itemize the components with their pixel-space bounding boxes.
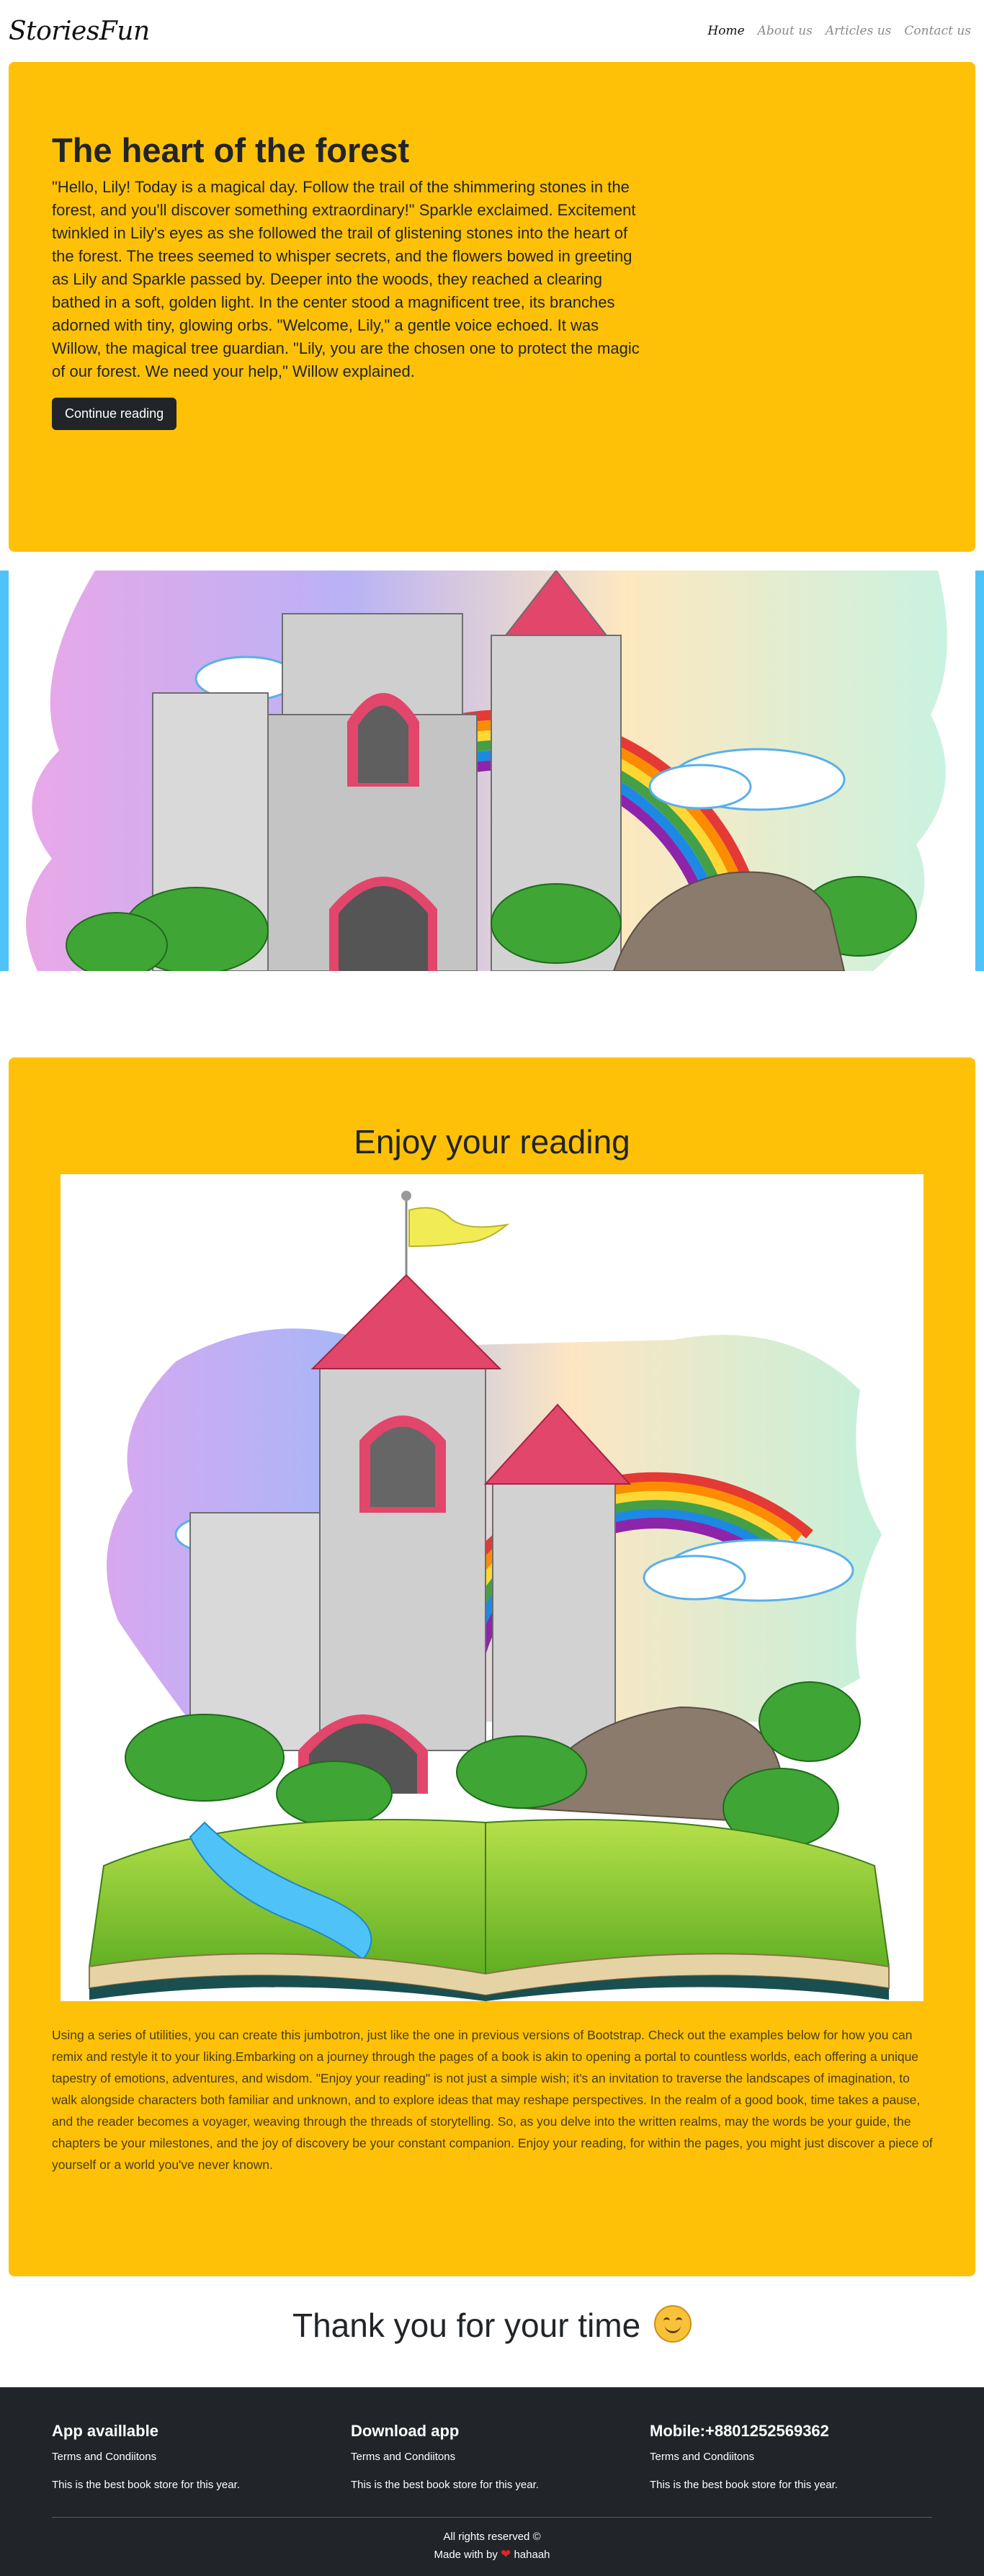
smile-emoji-icon [653,2305,692,2343]
nav-home[interactable]: Home [707,24,744,38]
castle-banner-image [9,571,975,971]
footer-terms-link[interactable]: Terms and Condiitons [351,2451,639,2463]
footer-bottom: All rights reserved © Made with by ❤ hah… [0,2528,984,2564]
continue-reading-button[interactable]: Continue reading [52,398,177,431]
reading-title: Enjoy your reading [354,1123,630,1160]
thank-you-heading: Thank you for your time [0,2305,984,2345]
footer-col-title: App availlable [52,2422,158,2440]
nav-articles[interactable]: Articles us [826,24,892,38]
footer-col-text: This is the best book store for this yea… [351,2479,539,2491]
footer-col-title: Download app [351,2422,460,2440]
heart-icon: ❤ [501,2547,511,2561]
footer-col-download: Download app Terms and Condiitons This i… [351,2422,639,2491]
nav-about[interactable]: About us [758,24,813,38]
thank-you-text: Thank you for your time [292,2307,641,2344]
footer-col-app: App availlable Terms and Condiitons This… [52,2422,340,2491]
copyright-text: All rights reserved © [443,2531,541,2543]
author-name: hahaah [514,2549,550,2561]
footer-terms-link[interactable]: Terms and Condiitons [52,2451,340,2463]
hero-story-text: "Hello, Lily! Today is a magical day. Fo… [52,178,640,381]
brand-logo[interactable]: StoriesFun [9,17,150,46]
footer-col-text: This is the best book store for this yea… [650,2479,838,2491]
footer-col-title: Mobile:+8801252569362 [650,2422,829,2440]
footer-col-mobile: Mobile:+8801252569362 Terms and Condiito… [650,2422,938,2491]
footer-col-text: This is the best book store for this yea… [52,2479,240,2491]
navbar: StoriesFun Home About us Articles us Con… [0,0,984,62]
footer-divider [52,2517,932,2518]
nav-contact[interactable]: Contact us [904,24,971,38]
image-carousel[interactable] [0,571,984,971]
reading-section: Enjoy your reading Using a series of uti… [9,1057,975,2276]
hero-content: The heart of the forest "Hello, Lily! To… [52,131,647,431]
reading-paragraph: Using a series of utilities, you can cre… [52,2028,933,2172]
storybook-image [61,1174,923,2001]
footer-terms-link[interactable]: Terms and Condiitons [650,2451,938,2463]
footer: App availlable Terms and Condiitons This… [0,2387,984,2576]
made-with-text: Made with by [434,2549,498,2561]
made-with-line: Made with by ❤ hahaah [0,2546,984,2564]
nav-links: Home About us Articles us Contact us [707,24,975,38]
hero-jumbotron: The heart of the forest "Hello, Lily! To… [9,62,975,552]
hero-title: The heart of the forest [52,131,410,169]
